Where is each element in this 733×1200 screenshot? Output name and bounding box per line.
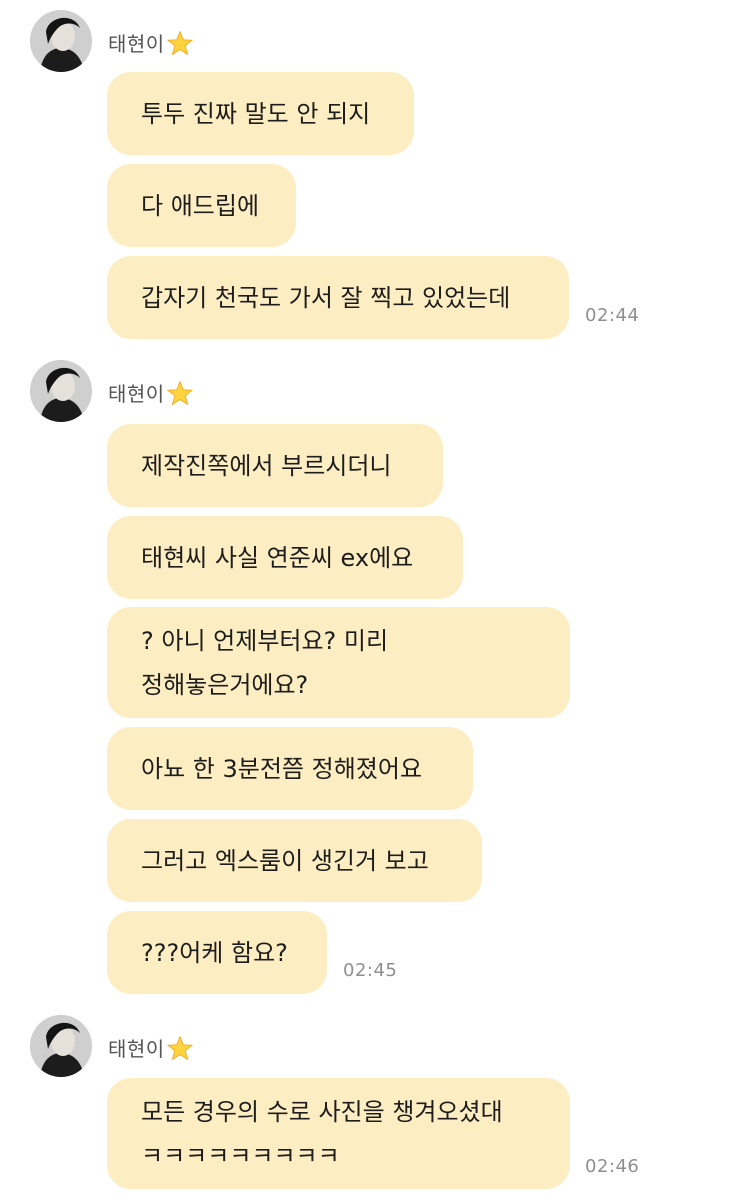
message-text: ? 아니 언제부터요? 미리 — [141, 626, 389, 655]
avatar[interactable] — [30, 10, 92, 72]
message-text: 태현씨 사실 연준씨 ex에요 — [141, 543, 414, 572]
message-text: 그러고 엑스룸이 생긴거 보고 — [141, 846, 429, 875]
message-text: 갑자기 천국도 가서 잘 찍고 있었는데 — [141, 283, 511, 312]
sender-label: 태현이 — [108, 28, 193, 57]
timestamp: 02:45 — [343, 960, 398, 981]
message-text: 투두 진짜 말도 안 되지 — [141, 99, 371, 128]
star-icon — [166, 1034, 193, 1060]
message-bubble[interactable]: ? 아니 언제부터요? 미리 정해놓은거에요? — [107, 607, 570, 718]
message-bubble[interactable]: 그러고 엑스룸이 생긴거 보고 — [107, 819, 482, 902]
star-icon — [166, 29, 193, 55]
star-icon — [166, 379, 193, 405]
avatar[interactable] — [30, 360, 92, 422]
message-bubble[interactable]: 아뇨 한 3분전쯤 정해졌어요 — [107, 727, 473, 810]
message-text: ㅋㅋㅋㅋㅋㅋㅋㅋㅋ — [141, 1141, 340, 1170]
message-text: 모든 경우의 수로 사진을 챙겨오셨대 — [141, 1097, 503, 1126]
message-bubble[interactable]: 투두 진짜 말도 안 되지 — [107, 72, 414, 155]
message-text: 제작진쪽에서 부르시더니 — [141, 451, 392, 480]
message-bubble[interactable]: 모든 경우의 수로 사진을 챙겨오셨대 ㅋㅋㅋㅋㅋㅋㅋㅋㅋ — [107, 1078, 570, 1189]
timestamp: 02:44 — [585, 305, 640, 326]
message-text: ???어케 함요? — [141, 938, 288, 967]
message-bubble[interactable]: ???어케 함요? — [107, 911, 327, 994]
sender-label: 태현이 — [108, 378, 193, 407]
profile-photo-icon — [30, 1015, 92, 1077]
message-bubble[interactable]: 태현씨 사실 연준씨 ex에요 — [107, 516, 463, 599]
timestamp: 02:46 — [585, 1156, 640, 1177]
message-text: 아뇨 한 3분전쯤 정해졌어요 — [141, 754, 423, 783]
message-text: 정해놓은거에요? — [141, 670, 309, 699]
sender-name: 태현이 — [108, 1037, 165, 1061]
message-bubble[interactable]: 제작진쪽에서 부르시더니 — [107, 424, 443, 507]
avatar[interactable] — [30, 1015, 92, 1077]
sender-label: 태현이 — [108, 1033, 193, 1062]
message-text: 다 애드립에 — [141, 191, 260, 220]
sender-name: 태현이 — [108, 382, 165, 406]
profile-photo-icon — [30, 360, 92, 422]
message-bubble[interactable]: 갑자기 천국도 가서 잘 찍고 있었는데 — [107, 256, 569, 339]
message-bubble[interactable]: 다 애드립에 — [107, 164, 296, 247]
sender-name: 태현이 — [108, 32, 165, 56]
profile-photo-icon — [30, 10, 92, 72]
